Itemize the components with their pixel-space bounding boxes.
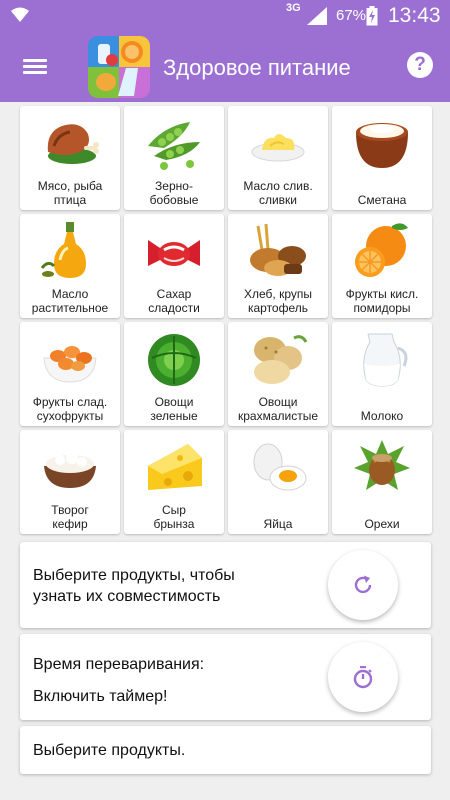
tile-label: Творог кефир [51,503,89,531]
tile-sweet-fruits-dried[interactable]: Фрукты слад. сухофрукты [20,322,120,426]
butter-icon [251,134,305,162]
tile-meat-fish-poultry[interactable]: Мясо, рыба птица [20,106,120,210]
tile-legumes[interactable]: Зерно- бобовые [124,106,224,210]
refresh-button[interactable] [328,550,398,620]
tile-bread-grains-potatoes[interactable]: Хлеб, крупы картофель [228,214,328,318]
selection-card: Выберите продукты. [20,726,431,774]
cottage-cheese-icon [44,452,96,488]
hazelnut-icon [354,440,410,490]
tile-label: Хлеб, крупы картофель [244,287,312,315]
digestion-time-title: Время переваривания: [33,656,205,673]
compatibility-card: Выберите продукты, чтобы узнать их совме… [20,542,431,628]
battery-charging-icon [366,6,378,26]
tile-label: Орехи [364,517,400,531]
orange-icon [355,223,408,277]
tile-label: Яйца [263,517,293,531]
potato-icon [254,335,308,384]
tile-label: Сметана [357,193,407,207]
app-bar: Здоровое питание ? [0,32,450,102]
tile-label: Мясо, рыба птица [37,179,103,207]
menu-button[interactable] [18,54,52,80]
bread-icon [250,223,306,276]
tile-cheese-brynza[interactable]: Сыр брынза [124,430,224,534]
tile-label: Зерно- бобовые [149,179,199,207]
refresh-icon [354,575,372,594]
tile-label: Масло растительное [31,287,109,315]
help-button[interactable]: ? [407,52,433,78]
app-title: Здоровое питание [163,55,351,80]
tile-sugar-sweets[interactable]: Сахар сладости [124,214,224,318]
tile-green-vegetables[interactable]: Овощи зеленые [124,322,224,426]
menu-icon [23,59,47,62]
food-category-grid: Мясо, рыба птица Зерно- бобовые Масло сл… [20,106,432,534]
oil-bottle-icon [40,222,86,278]
egg-icon [253,443,307,491]
milk-jug-icon [363,333,408,387]
tile-label: Овощи крахмалистые [237,395,319,423]
tile-sour-fruits-tomatoes[interactable]: Фрукты кисл. помидоры [332,214,432,318]
status-bar: 3G 67% 13:43 [0,0,450,32]
tile-label: Овощи зеленые [150,395,198,423]
dried-fruit-icon [43,346,97,383]
tile-starchy-vegetables[interactable]: Овощи крахмалистые [228,322,328,426]
tile-sour-cream[interactable]: Сметана [332,106,432,210]
network-type: 3G [286,2,301,14]
tile-label: Масло слив. сливки [243,179,313,207]
cheese-icon [148,444,202,490]
tile-butter-cream[interactable]: Масло слив. сливки [228,106,328,210]
timer-button[interactable] [328,642,398,712]
compatibility-text: Выберите продукты, чтобы узнать их совме… [33,567,235,605]
tile-milk[interactable]: Молоко [332,322,432,426]
signal-icon [307,7,327,25]
timer-label: Включить таймер! [33,688,168,705]
clock: 13:43 [388,4,441,27]
tile-label: Сыр брынза [153,503,195,531]
sour-cream-icon [356,123,408,168]
tile-eggs[interactable]: Яйца [228,430,328,534]
tile-label: Фрукты слад. сухофрукты [32,395,108,423]
digestion-time-card: Время переваривания: Включить таймер! [20,634,431,720]
battery-percent: 67% [336,7,367,24]
stopwatch-icon [353,666,373,689]
tile-label: Фрукты кисл. помидоры [345,287,419,315]
meat-icon [47,124,99,164]
tile-label: Сахар сладости [148,287,200,315]
tile-cottage-cheese-kefir[interactable]: Творог кефир [20,430,120,534]
tile-label: Молоко [360,409,404,423]
selection-text: Выберите продукты. [33,742,186,759]
tile-nuts[interactable]: Орехи [332,430,432,534]
app-logo [88,36,150,98]
peas-icon [148,122,200,170]
cabbage-icon [148,334,200,386]
candy-icon [148,240,200,266]
tile-vegetable-oil[interactable]: Масло растительное [20,214,120,318]
wifi-icon [11,7,29,22]
